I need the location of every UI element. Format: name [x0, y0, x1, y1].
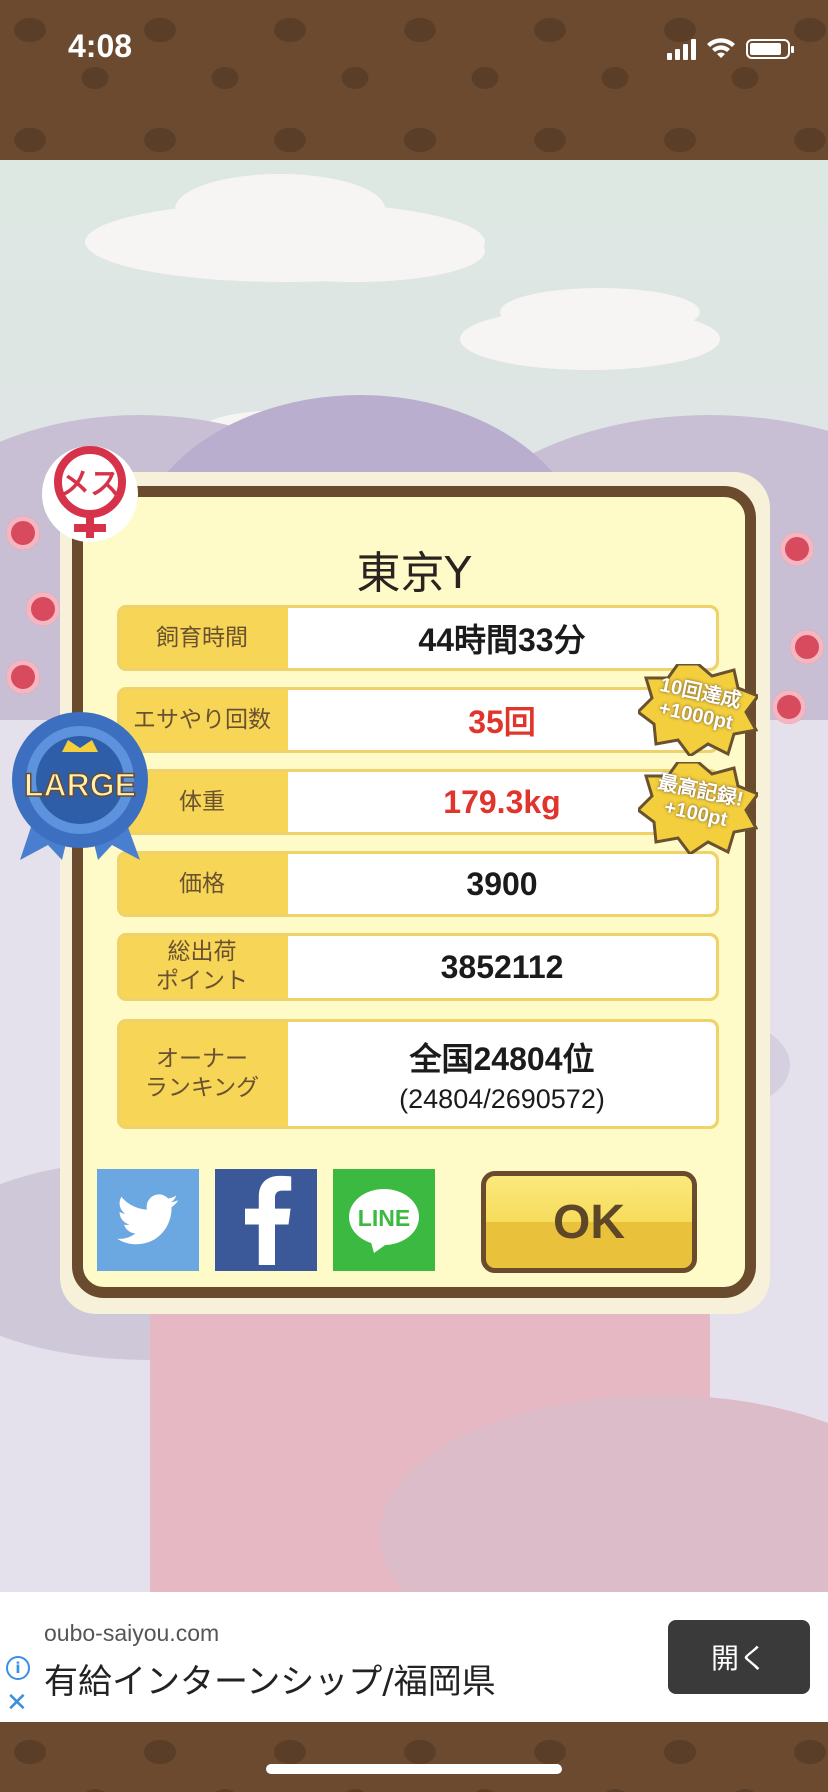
ad-info-icon[interactable]: i	[6, 1656, 30, 1680]
twitter-share-button[interactable]	[97, 1169, 199, 1271]
stat-value: 3900	[288, 854, 716, 914]
plum-blossom	[6, 516, 40, 550]
stat-label: オーナー ランキング	[144, 1046, 260, 1101]
size-label: LARGE	[24, 767, 136, 803]
line-label: LINE	[358, 1205, 410, 1231]
stat-label: 価格	[179, 870, 225, 897]
ok-button[interactable]: OK	[481, 1171, 697, 1273]
home-indicator[interactable]	[266, 1764, 562, 1774]
stat-row-shipping-points: 総出荷 ポイント 3852112	[117, 933, 719, 1001]
female-symbol-icon: メス	[54, 446, 126, 538]
line-share-button[interactable]: LINE	[333, 1169, 435, 1271]
gender-label: メス	[60, 467, 120, 502]
ad-open-button[interactable]: 開く	[668, 1620, 810, 1694]
bonus-achievement-badge: 10回達成 +1000pt	[635, 662, 761, 759]
stat-row-price: 価格 3900	[117, 851, 719, 917]
plum-blossom	[26, 592, 60, 626]
bottom-pattern-band	[0, 1722, 828, 1792]
stat-row-raising-time: 飼育時間 44時間33分	[117, 605, 719, 671]
stat-value: 3852112	[288, 936, 716, 998]
facebook-f-icon	[245, 1175, 292, 1265]
stat-row-owner-ranking: オーナー ランキング 全国24804位 (24804/2690572)	[117, 1019, 719, 1129]
ad-title[interactable]: 有給インターンシップ/福岡県	[44, 1654, 496, 1703]
stat-label: 総出荷 ポイント	[156, 939, 248, 994]
ad-domain: oubo-saiyou.com	[44, 1620, 220, 1646]
plum-blossom	[6, 660, 40, 694]
result-dialog: 東京Y 飼育時間 44時間33分 エサやり回数 35回 体重 179.3kg 価…	[72, 486, 756, 1298]
pet-name-title: 東京Y	[356, 548, 472, 599]
plum-blossom	[780, 532, 814, 566]
twitter-bird-icon	[117, 1194, 178, 1245]
stat-row-feed-count: エサやり回数 35回	[117, 687, 719, 753]
stat-value: 44時間33分	[288, 608, 716, 668]
female-gender-badge: メス	[42, 446, 138, 542]
stat-row-weight: 体重 179.3kg	[117, 769, 719, 835]
ranking-detail: (24804/2690572)	[399, 1083, 605, 1114]
ad-close-icon[interactable]: ✕	[6, 1690, 28, 1716]
plum-blossom	[790, 630, 824, 664]
battery-icon	[746, 39, 794, 59]
bonus-record-badge: 最高記録! +100pt	[635, 760, 761, 857]
cloud	[500, 288, 700, 336]
stat-value-group: 全国24804位 (24804/2690572)	[288, 1022, 716, 1126]
facebook-share-button[interactable]	[215, 1169, 317, 1271]
cloud	[225, 220, 485, 282]
status-time: 4:08	[68, 28, 133, 64]
large-size-ribbon-icon: LARGE	[12, 712, 148, 860]
status-bar: 4:08	[0, 0, 828, 100]
wifi-icon	[707, 38, 735, 58]
ranking-value: 全国24804位	[409, 1040, 595, 1077]
status-icons	[667, 38, 794, 60]
line-icon: LINE	[349, 1189, 419, 1253]
stat-label: 飼育時間	[156, 624, 248, 651]
cellular-signal-icon	[667, 38, 696, 60]
plum-blossom	[772, 690, 806, 724]
ad-banner[interactable]: oubo-saiyou.com 有給インターンシップ/福岡県 i ✕ 開く	[0, 1592, 828, 1722]
